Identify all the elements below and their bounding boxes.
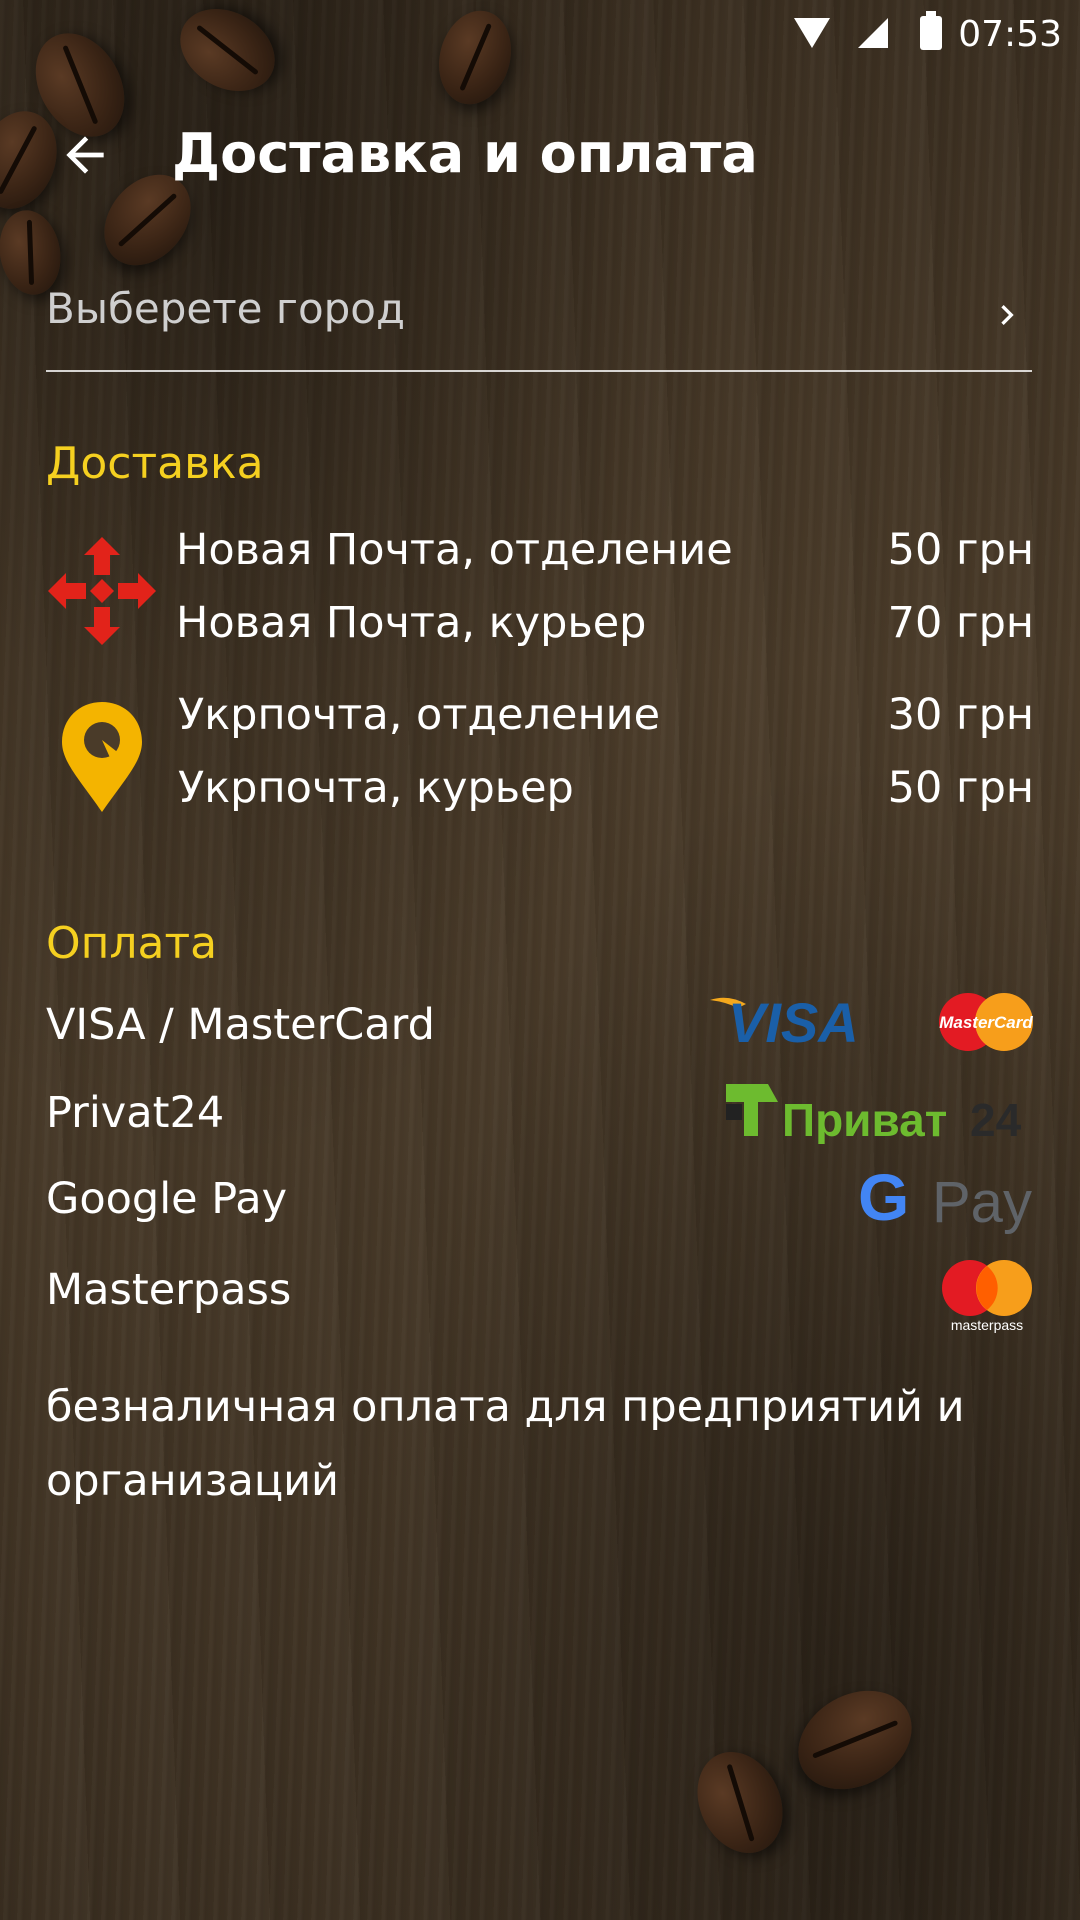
back-button[interactable] [40,110,130,200]
svg-text:Pay: Pay [932,1170,1032,1235]
coffee-bean-decoration [681,1738,799,1867]
google-pay-logo: G Pay [858,1164,1032,1235]
coffee-bean-decoration [780,1671,930,1809]
delivery-option-price: 50 грн [887,525,1034,575]
payment-method-label: Privat24 [46,1088,225,1138]
masterpass-logo: masterpass [942,1260,1032,1333]
delivery-option-label: Новая Почта, отделение [176,525,733,575]
page-title: Доставка и оплата [172,122,758,185]
nova-poshta-logo [48,537,156,645]
delivery-option-label: Новая Почта, курьер [176,598,647,648]
mastercard-logo: MasterCard [939,993,1033,1051]
ukrposhta-logo [62,702,142,812]
delivery-section-title: Доставка [46,438,264,489]
cashless-payment-note: безналичная оплата для предприятий и орг… [46,1382,965,1506]
visa-logo: VISA [710,991,859,1050]
privat24-logo: Приват 24 [726,1084,1022,1144]
svg-text:MasterCard: MasterCard [939,1013,1033,1032]
toolbar: Доставка и оплата [0,88,1080,228]
delivery-option-price: 50 грн [887,763,1034,813]
status-time: 07:53 [958,14,1062,55]
delivery-option-price: 30 грн [887,690,1034,740]
payment-method-label: VISA / MasterCard [46,1000,435,1050]
status-bar: 07:53 [0,0,1080,72]
payment-method-label: Masterpass [46,1265,292,1315]
delivery-option-label: Укрпочта, отделение [178,690,661,740]
delivery-option-price: 70 грн [887,598,1034,648]
payment-section-title: Оплата [46,918,218,969]
svg-text:VISA: VISA [728,991,859,1050]
arrow-back-icon [66,136,104,174]
svg-text:24: 24 [970,1094,1022,1144]
wifi-icon [794,18,830,48]
city-selector[interactable]: Выберете город [46,268,1032,372]
signal-icon [858,18,888,48]
svg-text:masterpass: masterpass [951,1317,1023,1333]
chevron-right-icon [982,290,1032,340]
delivery-option-label: Укрпочта, курьер [178,763,574,813]
payment-method-label: Google Pay [46,1174,288,1224]
svg-text:G: G [858,1164,909,1234]
svg-text:Приват: Приват [782,1094,947,1144]
city-placeholder: Выберете город [46,284,406,333]
battery-icon [920,11,942,50]
